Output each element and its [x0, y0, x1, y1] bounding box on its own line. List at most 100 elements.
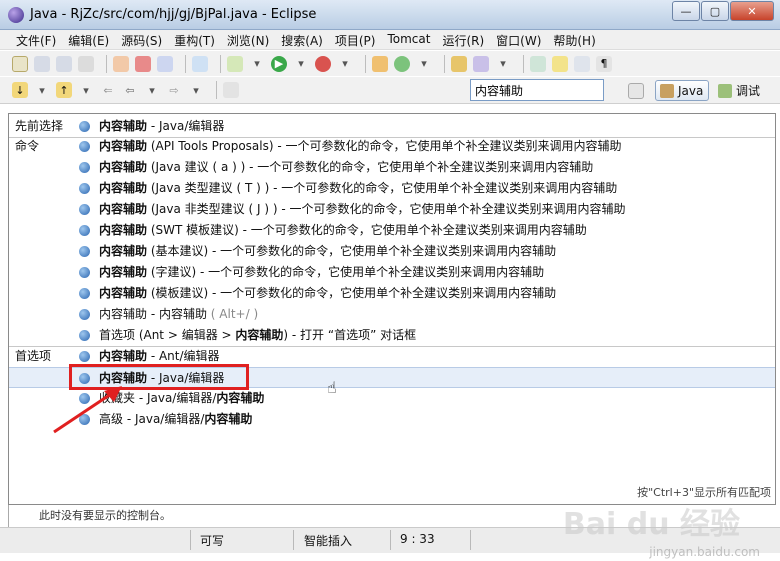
- debug-perspective-label: 调试: [736, 84, 761, 98]
- main-toolbar: ▾ ▶ ▾ ▾ ▾ ▾ ¶: [0, 51, 780, 76]
- back-icon[interactable]: ⇦: [122, 82, 138, 98]
- quick-access-input[interactable]: [470, 79, 604, 101]
- chevron-down-icon[interactable]: ▾: [188, 82, 204, 98]
- maximize-button[interactable]: ▢: [701, 1, 729, 21]
- print-icon[interactable]: [78, 55, 94, 72]
- item-bold-label: 内容辅助: [235, 328, 284, 342]
- minimize-button[interactable]: —: [672, 1, 700, 21]
- list-item[interactable]: 内容辅助 (Java 建议 ( a ) ) - 一个可参数化的命令，它使用单个补…: [9, 157, 775, 178]
- toolbar-separator: [106, 54, 107, 73]
- item-shortcut: ( Alt+/ ): [206, 307, 259, 321]
- external-tools-icon[interactable]: [315, 55, 331, 72]
- new-icon[interactable]: [12, 55, 28, 72]
- command-icon: [79, 351, 90, 362]
- annotation-icon[interactable]: [530, 55, 546, 72]
- status-writable: 可写: [200, 534, 225, 548]
- menu-tomcat[interactable]: Tomcat: [381, 30, 436, 49]
- chevron-down-icon[interactable]: ▾: [78, 82, 94, 98]
- command-icon: [79, 288, 90, 299]
- chevron-down-icon[interactable]: ▾: [144, 82, 160, 98]
- item-bold-label: 内容辅助: [99, 223, 148, 237]
- list-item[interactable]: 内容辅助 (模板建议) - 一个可参数化的命令，它使用单个补全建议类别来调用内容…: [9, 283, 775, 304]
- last-edit-icon[interactable]: ⇐: [100, 82, 116, 98]
- command-icon: [79, 330, 90, 341]
- menu-help[interactable]: 帮助(H): [547, 30, 601, 49]
- item-label: (字建议) - 一个可参数化的命令，它使用单个补全建议类别来调用内容辅助: [147, 265, 545, 279]
- item-bold-label: 内容辅助: [99, 119, 148, 133]
- list-item[interactable]: 内容辅助 (字建议) - 一个可参数化的命令，它使用单个补全建议类别来调用内容辅…: [9, 262, 775, 283]
- item-label: 内容辅助 - 内容辅助: [99, 307, 207, 321]
- forward-icon[interactable]: ⇨: [166, 82, 182, 98]
- menu-navigate[interactable]: 浏览(N): [221, 30, 275, 49]
- pen-icon[interactable]: [552, 55, 568, 72]
- open-folder-icon[interactable]: [451, 55, 467, 72]
- menu-project[interactable]: 项目(P): [329, 30, 382, 49]
- search-icon[interactable]: [473, 55, 489, 72]
- debug-perspective-icon: [718, 83, 732, 98]
- command-icon: [79, 267, 90, 278]
- chevron-down-icon[interactable]: ▾: [416, 56, 432, 72]
- menu-refactor[interactable]: 重构(T): [168, 30, 221, 49]
- list-item[interactable]: 内容辅助 - 内容辅助 ( Alt+/ ): [9, 304, 775, 325]
- chevron-down-icon[interactable]: ▾: [34, 82, 50, 98]
- list-item[interactable]: 先前选择 内容辅助 - Java/编辑器: [9, 116, 775, 137]
- item-bold-label: 内容辅助: [99, 265, 148, 279]
- menu-edit[interactable]: 编辑(E): [62, 30, 115, 49]
- status-separator: [293, 530, 294, 550]
- menu-file[interactable]: 文件(F): [10, 30, 62, 49]
- java-perspective-icon: [660, 83, 674, 98]
- save-icon[interactable]: [34, 55, 50, 72]
- item-bold-label: 内容辅助: [99, 181, 148, 195]
- open-perspective-icon[interactable]: [628, 83, 644, 99]
- list-item[interactable]: 首选项 (Ant > 编辑器 > 内容辅助) - 打开 “首选项” 对话框: [9, 325, 775, 346]
- chevron-down-icon[interactable]: ▾: [495, 56, 511, 72]
- item-label: (基本建议) - 一个可参数化的命令，它使用单个补全建议类别来调用内容辅助: [147, 244, 557, 258]
- paragraph-icon[interactable]: ¶: [596, 55, 612, 72]
- previous-annotation-icon[interactable]: ↑: [56, 82, 72, 98]
- command-icon: [79, 121, 90, 132]
- close-button[interactable]: ✕: [730, 1, 774, 21]
- new-class-icon[interactable]: [394, 55, 410, 72]
- quick-access-popup: 先前选择 内容辅助 - Java/编辑器 命令 内容辅助 (API Tools …: [8, 113, 776, 505]
- toolbar-separator: [216, 81, 217, 99]
- list-item[interactable]: 内容辅助 (Java 非类型建议 ( J ) ) - 一个可参数化的命令，它使用…: [9, 199, 775, 220]
- java-perspective-button[interactable]: Java: [655, 80, 709, 101]
- command-icon: [79, 246, 90, 257]
- item-bold-label: 内容辅助: [99, 349, 148, 363]
- outline-icon[interactable]: [574, 55, 590, 72]
- item-bold-label: 内容辅助: [99, 286, 148, 300]
- chevron-down-icon[interactable]: ▾: [249, 56, 265, 72]
- stop-bug-icon[interactable]: [135, 55, 151, 72]
- toolbar-separator: [523, 54, 524, 73]
- item-label: (API Tools Proposals) - 一个可参数化的命令，它使用单个补…: [147, 139, 622, 153]
- menu-search[interactable]: 搜索(A): [275, 30, 329, 49]
- window-controls: — ▢ ✕: [671, 1, 774, 21]
- menu-source[interactable]: 源码(S): [115, 30, 168, 49]
- debug-icon[interactable]: [227, 55, 243, 72]
- toolbar-separator: [220, 54, 221, 73]
- chevron-down-icon[interactable]: ▾: [337, 56, 353, 72]
- run-icon[interactable]: ▶: [271, 55, 287, 72]
- chevron-down-icon[interactable]: ▾: [293, 56, 309, 72]
- list-item[interactable]: 命令 内容辅助 (API Tools Proposals) - 一个可参数化的命…: [9, 136, 775, 157]
- skip-icon[interactable]: [157, 55, 173, 72]
- status-cursor-position: 9 : 33: [400, 532, 435, 546]
- list-item[interactable]: 内容辅助 (Java 类型建议 ( T ) ) - 一个可参数化的命令，它使用单…: [9, 178, 775, 199]
- menu-bar: 文件(F) 编辑(E) 源码(S) 重构(T) 浏览(N) 搜索(A) 项目(P…: [0, 30, 780, 50]
- command-icon: [79, 204, 90, 215]
- next-annotation-icon[interactable]: ↓: [12, 82, 28, 98]
- debug-perspective-button[interactable]: 调试: [716, 80, 776, 101]
- toggle-icon[interactable]: [192, 55, 208, 72]
- item-bold-label: 内容辅助: [99, 139, 148, 153]
- bug-icon[interactable]: [113, 55, 129, 72]
- list-item[interactable]: 内容辅助 (SWT 模板建议) - 一个可参数化的命令，它使用单个补全建议类别来…: [9, 220, 775, 241]
- status-insert-mode: 智能插入: [304, 534, 353, 548]
- menu-window[interactable]: 窗口(W): [490, 30, 547, 49]
- item-label: (Java 非类型建议 ( J ) ) - 一个可参数化的命令，它使用单个补全建…: [147, 202, 626, 216]
- list-item[interactable]: 内容辅助 (基本建议) - 一个可参数化的命令，它使用单个补全建议类别来调用内容…: [9, 241, 775, 262]
- pin-editor-icon[interactable]: [223, 82, 239, 98]
- menu-run[interactable]: 运行(R): [436, 30, 490, 49]
- new-package-icon[interactable]: [372, 55, 388, 72]
- status-separator: [190, 530, 191, 550]
- save-all-icon[interactable]: [56, 55, 72, 72]
